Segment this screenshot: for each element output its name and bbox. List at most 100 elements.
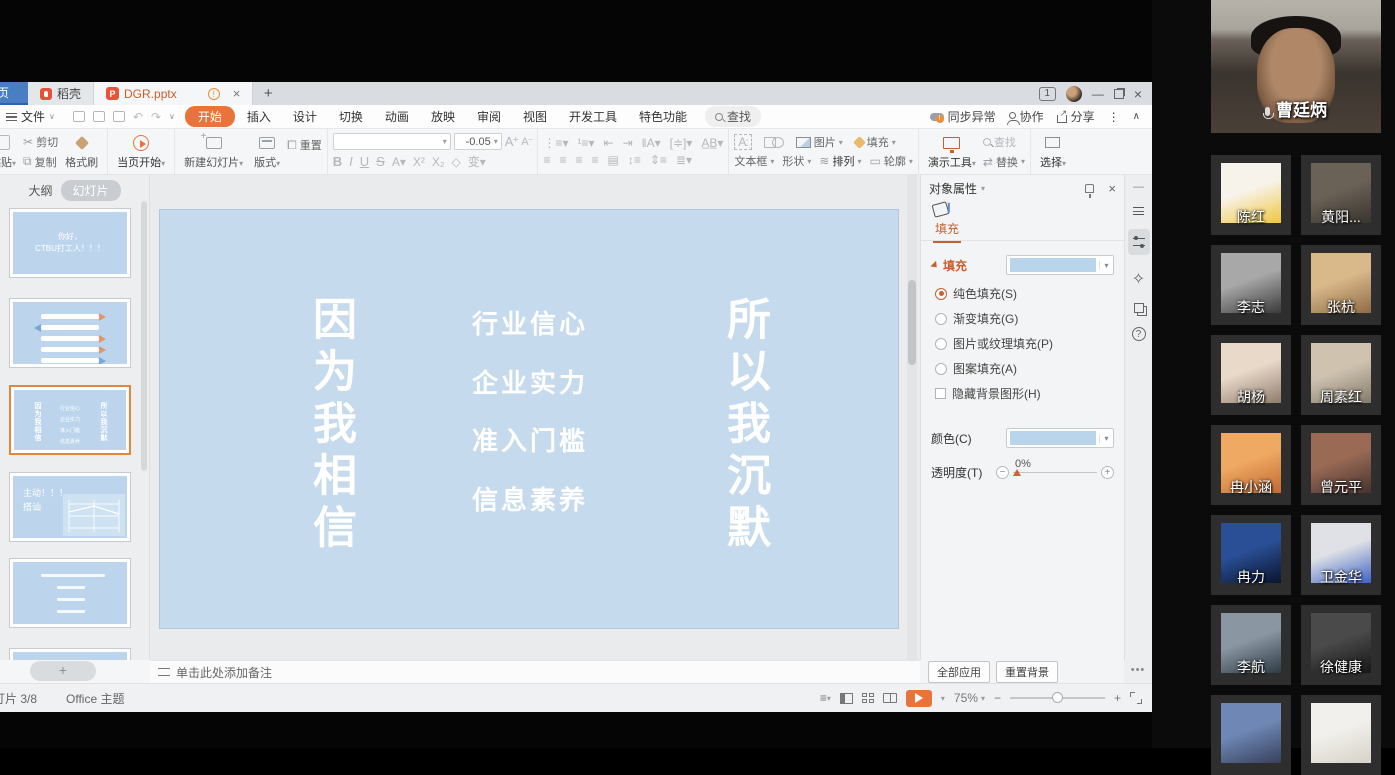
preview-icon[interactable] (113, 111, 125, 122)
transparency-minus-button[interactable]: − (996, 466, 1009, 479)
zoom-level[interactable]: 75%▾ (954, 691, 985, 705)
participant-tile[interactable]: 陈红 (1211, 155, 1291, 235)
zoom-in-button[interactable]: + (1114, 691, 1121, 705)
align-text-button[interactable]: [≑]▾ (670, 136, 693, 150)
increase-font-icon[interactable]: A⁺ (505, 134, 519, 150)
option-picture-fill[interactable]: 图片或纹理填充(P) (921, 331, 1124, 356)
distribute-button[interactable]: ▤ (608, 153, 619, 167)
align-center-button[interactable]: ≡ (559, 153, 566, 167)
option-gradient-fill[interactable]: 渐变填充(G) (921, 306, 1124, 331)
collapse-ribbon-icon[interactable]: ∧ (1133, 111, 1140, 122)
slide-item-4[interactable]: 信息素养 (450, 480, 610, 517)
font-name-combo[interactable]: ▾ (333, 133, 451, 150)
ribbon-tab-insert[interactable]: 插入 (237, 106, 281, 127)
normal-view-icon[interactable] (840, 693, 853, 704)
slideshow-play-button[interactable] (906, 690, 932, 707)
clipboard-panel-icon[interactable] (1134, 303, 1144, 313)
participant-tile[interactable]: 徐健康 (1301, 605, 1381, 685)
close-button[interactable]: × (1134, 86, 1142, 102)
find-pill[interactable]: 查找 (705, 106, 761, 127)
color-dropdown[interactable]: ▾ (1006, 428, 1114, 448)
select-button[interactable]: 选择▾ (1036, 133, 1070, 171)
option-solid-fill[interactable]: 纯色填充(S) (921, 281, 1124, 306)
strip-collapse-icon[interactable]: — (1133, 181, 1144, 193)
shapes-button[interactable]: 形状▾ (782, 153, 811, 169)
strip-menu-icon[interactable] (1133, 207, 1144, 215)
slide-item-3[interactable]: 准入门槛 (450, 421, 610, 458)
tab-document[interactable]: P DGR.pptx ! × (94, 82, 253, 105)
apply-all-button[interactable]: 全部应用 (928, 661, 990, 683)
increase-indent-button[interactable]: ⇥ (623, 136, 633, 150)
ribbon-tab-design[interactable]: 设计 (283, 106, 327, 127)
decrease-indent-button[interactable]: ⇤ (604, 136, 614, 150)
collaborate-button[interactable]: 协作 (1009, 108, 1044, 125)
slide-thumbnail-1[interactable]: 你好， CTBU打工人！！！ (9, 208, 131, 278)
file-menu[interactable]: 文件 ∨ (0, 108, 63, 125)
participant-tile[interactable]: 冉小涵 (1211, 425, 1291, 505)
spacing-options-button[interactable]: ≣▾ (676, 153, 692, 167)
line-spacing-button[interactable]: ↕≡ (628, 153, 641, 167)
share-button[interactable]: 分享 (1057, 108, 1095, 125)
slide-left-text[interactable]: 因为我相信 (298, 296, 362, 556)
layout-button[interactable]: 版式▾ (250, 133, 284, 171)
ribbon-tab-slideshow[interactable]: 放映 (421, 106, 465, 127)
restore-button[interactable] (1114, 89, 1124, 99)
numbering-button[interactable]: ¹≡▾ (577, 136, 594, 150)
play-from-current-button[interactable]: 当页开始▾ (113, 133, 169, 171)
justify-button[interactable]: ≡ (591, 153, 598, 167)
picture-button[interactable]: 图片▾ (796, 134, 843, 150)
participant-tile[interactable]: 张杭 (1301, 245, 1381, 325)
panel-close-icon[interactable]: × (1108, 181, 1116, 196)
subscript-button[interactable]: X₂ (432, 155, 445, 169)
bullets-button[interactable]: ⋮≡▾ (543, 136, 568, 150)
customize-caret-icon[interactable]: ∨ (169, 112, 175, 121)
smart-beautify-icon[interactable]: ✧ (1132, 269, 1145, 289)
participant-tile[interactable]: 李志 (1211, 245, 1291, 325)
strip-ellipsis-icon[interactable]: ••• (1124, 660, 1152, 683)
redo-icon[interactable]: ↷ (151, 110, 161, 124)
help-icon[interactable]: ? (1132, 327, 1146, 341)
fit-slide-icon[interactable] (1130, 692, 1142, 704)
sync-warning-icon[interactable]: ! (208, 88, 220, 100)
properties-strip-button-active[interactable] (1128, 229, 1150, 255)
participant-tile[interactable]: 胡杨 (1211, 335, 1291, 415)
option-hide-background[interactable]: 隐藏背景图形(H) (921, 381, 1124, 406)
play-options-caret[interactable]: ▾ (941, 694, 945, 703)
new-slide-button[interactable]: 新建幻灯片▾ (180, 133, 247, 171)
arrange-button[interactable]: ≋排列▾ (819, 153, 861, 169)
replace-button[interactable]: ⇄替换▾ (983, 154, 1025, 170)
slide-item-2[interactable]: 企业实力 (450, 363, 610, 400)
fill-color-dropdown[interactable]: ▾ (1006, 255, 1114, 275)
slide-thumbnail-4[interactable]: 主动！！！ 搭讪 (9, 472, 131, 542)
reading-view-icon[interactable] (883, 693, 897, 703)
participant-tile[interactable] (1211, 695, 1291, 775)
transparency-slider[interactable]: 0% (1013, 472, 1097, 474)
slide-thumbnail-3-selected[interactable]: 因为我相信 行业信心企业实力 准入门槛信息素养 所以我沉默 (9, 385, 131, 455)
new-tab-button[interactable]: + (253, 82, 283, 105)
zoom-slider[interactable] (1010, 697, 1105, 699)
pin-icon[interactable] (1085, 184, 1094, 193)
text-effect-button[interactable]: 变▾ (468, 153, 486, 170)
add-slide-button[interactable]: + (30, 661, 96, 681)
ribbon-tab-special[interactable]: 特色功能 (629, 106, 697, 127)
slide-sorter-icon[interactable] (862, 693, 874, 703)
more-options-icon[interactable]: ⋮ (1108, 110, 1120, 124)
tab-home[interactable]: 首页 (0, 82, 28, 105)
current-slide[interactable]: 因为我相信 行业信心 企业实力 准入门槛 信息素养 所以我沉默 (160, 210, 898, 628)
slider-thumb[interactable] (1013, 469, 1021, 476)
align-right-button[interactable]: ≡ (575, 153, 582, 167)
columns-button[interactable]: A̲B̲▾ (701, 136, 723, 150)
font-size-combo[interactable]: -0.05▾ (454, 133, 502, 150)
notes-toggle-icon[interactable]: ≡▾ (820, 691, 831, 705)
copy-button[interactable]: ⧉复制 (23, 154, 58, 170)
zoom-out-button[interactable]: − (994, 691, 1001, 705)
sync-status[interactable]: 同步异常 (930, 108, 996, 125)
underline-button[interactable]: U (360, 154, 369, 169)
properties-caret-icon[interactable]: ▾ (981, 184, 985, 193)
tab-docer[interactable]: 稻壳 (28, 82, 94, 105)
ribbon-tab-devtools[interactable]: 开发工具 (559, 106, 627, 127)
strikethrough-button[interactable]: S (376, 154, 385, 169)
minimize-button[interactable]: — (1092, 87, 1104, 101)
canvas-scrollbar[interactable] (907, 175, 917, 660)
participant-tile[interactable] (1301, 695, 1381, 775)
